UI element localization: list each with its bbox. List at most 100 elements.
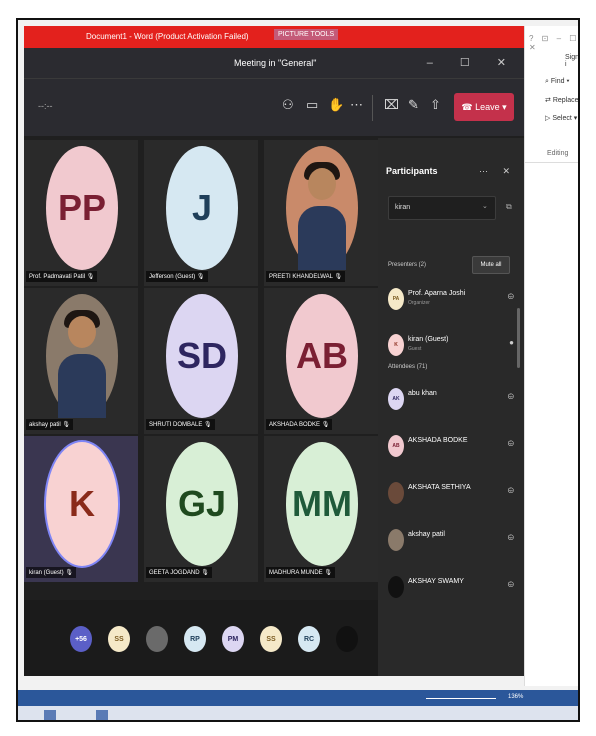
participant-avatar: AB [388, 435, 404, 457]
share-screen-icon[interactable]: ⇧ [430, 97, 441, 113]
participant-tile[interactable]: akshay patil 🎙 [24, 288, 138, 434]
participant-search-input[interactable]: kiran [388, 196, 496, 220]
more-actions-icon[interactable]: ⋯ [350, 97, 363, 113]
avatar-initials: K [69, 483, 95, 524]
replace-button[interactable]: ⇄ Replace [545, 96, 578, 104]
participant-name-tag: Jefferson (Guest) 🎙 [146, 271, 208, 282]
participants-icon[interactable]: ⚇ [282, 97, 294, 113]
overflow-avatar[interactable]: RP [184, 626, 206, 652]
picture-tools-tab[interactable]: PICTURE TOOLS [274, 29, 339, 40]
teams-window-controls[interactable]: – ☐ ✕ [427, 56, 518, 69]
word-status-bar: 136% [18, 690, 578, 706]
participant-name: AKSHADA BODKE [269, 422, 321, 428]
mic-muted-icon: ⨸ [507, 533, 514, 542]
participant-tile[interactable]: MM MADHURA MUNDE 🎙 [264, 436, 378, 582]
find-label: Find [550, 78, 565, 85]
select-button[interactable]: ▷ Select ▾ [545, 114, 577, 122]
participant-tile[interactable]: Kkiran (Guest) 🎙 [24, 436, 138, 582]
mic-muted-icon: ⨸ [507, 580, 514, 589]
participant-tile[interactable]: PP Prof. Padmavati Patil 🎙 [24, 140, 138, 286]
taskbar-app-icon[interactable] [44, 710, 56, 720]
mic-muted-icon: ⨸ [507, 392, 514, 401]
attendees-section-label: Attendees (71) [388, 364, 428, 370]
participant-row[interactable]: AKSHATA SETHIYA ⨸ [388, 476, 518, 512]
find-button[interactable]: ⌕ Find ▾ [545, 78, 569, 86]
participant-row[interactable]: Kkiran (Guest) Guest ● [388, 328, 518, 364]
taskbar-app-icon[interactable] [96, 710, 108, 720]
participant-row[interactable]: PA Prof. Aparna Joshi Organizer ⨸ [388, 282, 518, 318]
overflow-avatar-strip: +56 SS RP PM SS RC [24, 600, 378, 676]
participant-name-tag: akshay patil 🎙 [26, 419, 73, 430]
participant-name: Jefferson (Guest) [149, 274, 196, 280]
zoom-level: 136% [508, 694, 524, 700]
mute-all-button[interactable]: Mute all [472, 256, 510, 274]
overflow-avatar[interactable]: +56 [70, 626, 92, 652]
participant-row[interactable]: akshay patil ⨸ [388, 523, 518, 559]
photo-head [68, 316, 96, 348]
photo-body [298, 206, 346, 270]
participant-avatar [388, 482, 404, 504]
copy-link-icon[interactable]: ⧉ [506, 202, 512, 212]
leave-button[interactable]: ☎ Leave ▾ [454, 93, 514, 121]
mic-muted-icon[interactable]: ✎ [408, 97, 419, 113]
participant-name: AKSHATA SETHIYA [408, 484, 471, 491]
camera-off-icon[interactable]: ⌧ [384, 97, 399, 113]
overflow-avatar[interactable]: RC [298, 626, 320, 652]
raise-hand-icon[interactable]: ✋ [328, 97, 344, 113]
participant-tile[interactable]: AB AKSHADA BODKE 🎙 [264, 288, 378, 434]
participant-name: AKSHAY SWAMY [408, 578, 464, 585]
participants-panel: Participants ⋯ ✕ kiran ⌄ ⧉ Presenters (2… [378, 138, 524, 676]
participant-name-tag: MADHURA MUNDE 🎙 [266, 567, 335, 578]
overflow-avatar[interactable]: PM [222, 626, 244, 652]
zoom-slider[interactable] [426, 698, 496, 699]
participant-avatar: MM [286, 442, 358, 566]
avatar-initials: PP [57, 187, 107, 228]
photo-body [58, 354, 106, 418]
participant-avatar [388, 576, 404, 598]
overflow-avatar[interactable]: SS [260, 626, 282, 652]
chat-icon[interactable]: ▭ [306, 97, 318, 113]
participant-name-tag: PREETI KHANDELWAL 🎙 [266, 271, 346, 282]
video-grid: PP Prof. Padmavati Patil 🎙 J Jefferson (Gue… [24, 138, 378, 598]
participant-avatar: SD [166, 294, 238, 418]
meeting-toolbar: --:-- ⚇ ▭ ✋ ⋯ ⌧ ✎ ⇧ ☎ Leave ▾ [24, 78, 524, 136]
participant-name-tag: GEETA JOGDAND 🎙 [146, 567, 212, 578]
chevron-down-icon[interactable]: ⌄ [482, 202, 488, 210]
participant-avatar [286, 146, 358, 270]
ribbon-divider [525, 162, 578, 163]
participant-avatar: K [388, 334, 404, 356]
participant-tile[interactable]: SD SHRUTI DOMBALE 🎙 [144, 288, 258, 434]
avatar-initials: MM [292, 483, 352, 524]
avatar-initials: SD [176, 335, 227, 376]
overflow-avatar[interactable] [146, 626, 168, 652]
participant-row[interactable]: AKSHAY SWAMY ⨸ [388, 570, 518, 606]
sign-in-link[interactable]: Sign i [565, 54, 578, 68]
phone-icon: ☎ [461, 102, 476, 112]
mic-muted-icon: ⨸ [507, 292, 514, 301]
participant-name-tag: SHRUTI DOMBALE 🎙 [146, 419, 215, 430]
participant-name: kiran (Guest) [408, 336, 449, 343]
participant-row[interactable]: AK abu khan ⨸ [388, 382, 518, 418]
participant-row[interactable]: AB AKSHADA BODKE ⨸ [388, 429, 518, 465]
participant-name-tag: AKSHADA BODKE 🎙 [266, 419, 333, 430]
panel-more-close-icons[interactable]: ⋯ ✕ [479, 166, 516, 177]
overflow-avatar[interactable] [336, 626, 358, 652]
participant-name: GEETA JOGDAND [149, 570, 200, 576]
participant-name: PREETI KHANDELWAL [269, 274, 333, 280]
participant-name-tag: Prof. Padmavati Patil 🎙 [26, 271, 98, 282]
participant-name: akshay patil [29, 422, 61, 428]
leave-label: Leave [475, 102, 500, 112]
mic-muted-icon: ⨸ [507, 439, 514, 448]
select-label: Select [552, 115, 572, 122]
participant-tile[interactable]: PREETI KHANDELWAL 🎙 [264, 140, 378, 286]
panel-scrollbar[interactable] [517, 308, 520, 368]
participant-tile[interactable]: J Jefferson (Guest) 🎙 [144, 140, 258, 286]
word-window-controls[interactable]: ? ⊡ – ☐ ✕ [529, 34, 578, 52]
participant-role: Guest [408, 346, 422, 352]
participant-avatar: J [166, 146, 238, 270]
presenters-section-label: Presenters (2) [388, 262, 427, 268]
avatar-initials: GJ [177, 483, 227, 524]
panel-title: Participants [386, 166, 438, 176]
overflow-avatar[interactable]: SS [108, 626, 130, 652]
participant-tile[interactable]: GJ GEETA JOGDAND 🎙 [144, 436, 258, 582]
